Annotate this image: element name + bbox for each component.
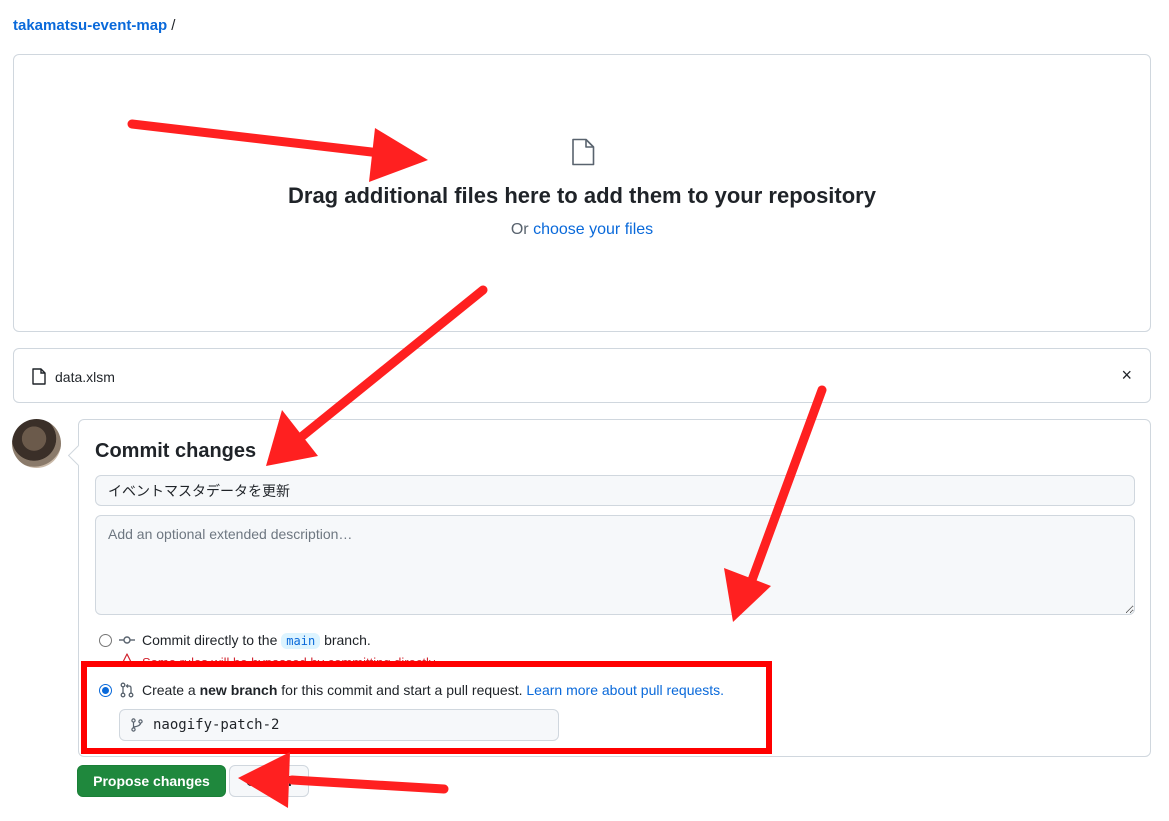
choose-files-link[interactable]: choose your files bbox=[533, 221, 653, 238]
avatar bbox=[12, 419, 61, 468]
pull-request-icon bbox=[120, 682, 134, 698]
git-branch-icon bbox=[131, 718, 143, 732]
commit-description-input[interactable] bbox=[95, 515, 1135, 615]
commit-message-input[interactable] bbox=[95, 475, 1135, 506]
commit-direct-label: Commit directly to the main branch. bbox=[142, 632, 371, 649]
new-branch-radio[interactable] bbox=[99, 684, 112, 697]
uploaded-file-row: data.xlsm × bbox=[13, 348, 1151, 403]
file-icon bbox=[32, 368, 46, 385]
learn-more-link[interactable]: Learn more about pull requests. bbox=[526, 682, 724, 698]
breadcrumb-separator: / bbox=[171, 17, 176, 34]
commit-direct-prefix: Commit directly to the bbox=[142, 632, 278, 648]
main-branch-code: main bbox=[281, 633, 321, 649]
bypass-warning: Some rules will be bypassed by committin… bbox=[142, 655, 436, 664]
repo-link[interactable]: takamatsu-event-map bbox=[13, 17, 167, 34]
drop-zone-title: Drag additional files here to add them t… bbox=[288, 183, 876, 208]
drop-zone-subtitle: Or choose your files bbox=[14, 221, 1150, 239]
commit-direct-radio[interactable] bbox=[99, 634, 112, 647]
commit-direct-suffix: branch. bbox=[324, 632, 371, 648]
git-commit-icon bbox=[119, 636, 135, 644]
commit-title: Commit changes bbox=[95, 440, 257, 462]
commit-panel: Commit changes Commit directly to the ma… bbox=[78, 419, 1151, 757]
new-branch-bold: new branch bbox=[199, 682, 278, 698]
branch-name-input[interactable]: naogify-patch-2 bbox=[119, 709, 559, 741]
new-branch-suffix: for this commit and start a pull request… bbox=[281, 682, 523, 698]
cancel-button[interactable]: Cancel bbox=[229, 765, 309, 797]
propose-changes-button[interactable]: Propose changes bbox=[77, 765, 226, 797]
arrow-to-propose-button bbox=[287, 775, 449, 794]
drop-zone-prefix: Or bbox=[510, 221, 529, 238]
new-branch-label: Create a new branch for this commit and … bbox=[142, 682, 724, 698]
breadcrumb: takamatsu-event-map / bbox=[13, 17, 175, 34]
file-icon bbox=[572, 138, 595, 166]
branch-name-value: naogify-patch-2 bbox=[153, 717, 280, 733]
new-branch-prefix: Create a bbox=[142, 682, 196, 698]
file-name: data.xlsm bbox=[55, 369, 115, 385]
file-drop-zone[interactable]: Drag additional files here to add them t… bbox=[13, 54, 1151, 332]
remove-file-icon[interactable]: × bbox=[1121, 366, 1132, 384]
alert-icon bbox=[121, 653, 133, 665]
